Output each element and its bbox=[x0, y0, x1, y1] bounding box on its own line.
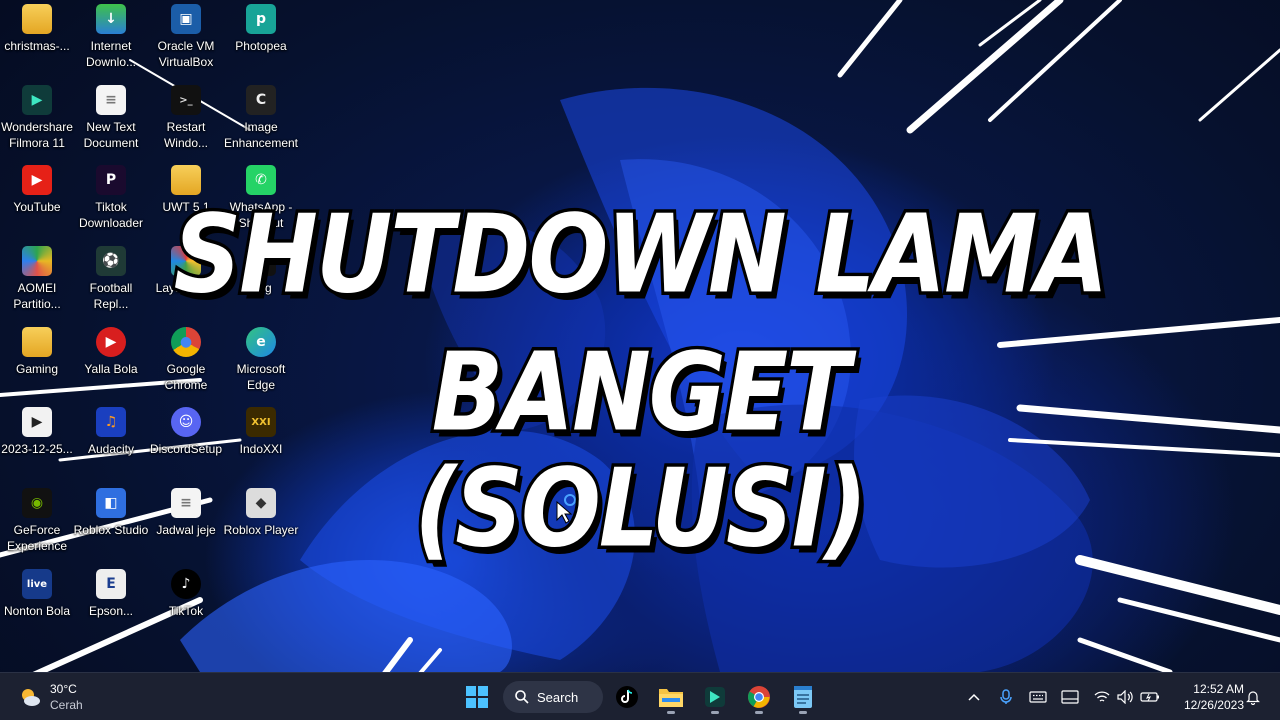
text-file-icon: ≡ bbox=[96, 85, 126, 115]
running-indicator bbox=[755, 711, 763, 714]
desktop-icon-label: Oracle VM VirtualBox bbox=[157, 39, 215, 69]
notepad-icon bbox=[794, 686, 812, 708]
weather-widget[interactable]: 30°C Cerah bbox=[18, 679, 83, 715]
running-indicator bbox=[667, 711, 675, 714]
filmora-icon: ▶ bbox=[22, 85, 52, 115]
desktop-icon[interactable]: ▶ Wondershare Filmora 11 bbox=[0, 81, 74, 161]
system-clock[interactable]: 12:52 AM 12/26/2023 bbox=[1166, 681, 1244, 713]
desktop-icon[interactable]: C Image Enhancement bbox=[224, 81, 298, 161]
start-button[interactable] bbox=[459, 679, 495, 715]
overlay-headline: SHUTDOWN LAMA BANGET (SOLUSI) bbox=[0, 189, 1280, 575]
taskbar-search[interactable]: Search bbox=[503, 681, 603, 713]
virtualbox-icon: ▣ bbox=[171, 4, 201, 34]
clock-time: 12:52 AM bbox=[1193, 682, 1244, 696]
desktop-icon[interactable]: christmas-... bbox=[0, 0, 74, 80]
desktop-icon-label: Restart Windo... bbox=[163, 120, 208, 150]
headline-line-1: SHUTDOWN LAMA BANGET bbox=[171, 189, 1112, 459]
search-label: Search bbox=[537, 689, 579, 705]
taskbar-tiktok[interactable] bbox=[609, 679, 645, 715]
desktop-icon[interactable]: ≡ New Text Document bbox=[74, 81, 148, 161]
battery-icon[interactable] bbox=[1140, 687, 1160, 707]
chrome-icon bbox=[748, 686, 770, 708]
taskbar: 30°C Cerah Search 12:52 AM 12/26/2023 bbox=[0, 672, 1280, 720]
wifi-icon[interactable] bbox=[1092, 687, 1112, 707]
desktop-icon[interactable]: p Photopea bbox=[224, 0, 298, 80]
desktop-icon-label: Photopea bbox=[235, 39, 287, 53]
desktop-icon-label: TikTok bbox=[168, 604, 204, 618]
image-enhancement-icon: C bbox=[246, 85, 276, 115]
taskbar-file-explorer[interactable] bbox=[653, 679, 689, 715]
taskbar-notepad[interactable] bbox=[785, 679, 821, 715]
desktop-icon[interactable]: >_ Restart Windo... bbox=[149, 81, 223, 161]
keyboard-icon[interactable] bbox=[1028, 687, 1048, 707]
folder-icon bbox=[659, 689, 683, 707]
desktop-icon-label: Wondershare Filmora 11 bbox=[1, 120, 73, 150]
volume-icon[interactable] bbox=[1116, 687, 1136, 707]
desktop-icon-label: Internet Downlo... bbox=[85, 39, 137, 69]
desktop-icon-label: Nonton Bola bbox=[3, 604, 71, 618]
microphone-icon[interactable] bbox=[996, 687, 1016, 707]
desktop-icon-label: New Text Document bbox=[83, 120, 139, 150]
windows-logo-icon bbox=[466, 686, 488, 708]
taskbar-chrome[interactable] bbox=[741, 679, 777, 715]
notification-bell-icon[interactable] bbox=[1243, 687, 1263, 707]
chevron-up-icon[interactable] bbox=[964, 687, 984, 707]
desktop-icon-label: Epson... bbox=[88, 604, 134, 618]
desktop-icon-label: Image Enhancement bbox=[223, 120, 299, 150]
headline-line-2: (SOLUSI) bbox=[411, 443, 870, 575]
terminal-icon: >_ bbox=[171, 85, 201, 115]
running-indicator bbox=[799, 711, 807, 714]
weather-condition: Cerah bbox=[50, 698, 83, 712]
weather-temperature: 30°C bbox=[50, 682, 77, 696]
desktop-icon[interactable]: ↓ Internet Downlo... bbox=[74, 0, 148, 80]
display-icon[interactable] bbox=[1060, 687, 1080, 707]
desktop-icon[interactable]: ▣ Oracle VM VirtualBox bbox=[149, 0, 223, 80]
tiktok-icon bbox=[616, 686, 638, 708]
idm-icon: ↓ bbox=[96, 4, 126, 34]
filmora-icon bbox=[705, 687, 725, 707]
running-indicator bbox=[711, 711, 719, 714]
sun-cloud-icon bbox=[22, 689, 40, 706]
taskbar-filmora[interactable] bbox=[697, 679, 733, 715]
photopea-icon: p bbox=[246, 4, 276, 34]
search-icon bbox=[515, 690, 529, 704]
clock-date: 12/26/2023 bbox=[1183, 698, 1244, 712]
folder-icon bbox=[22, 4, 52, 34]
desktop-icon-label: christmas-... bbox=[4, 39, 70, 53]
